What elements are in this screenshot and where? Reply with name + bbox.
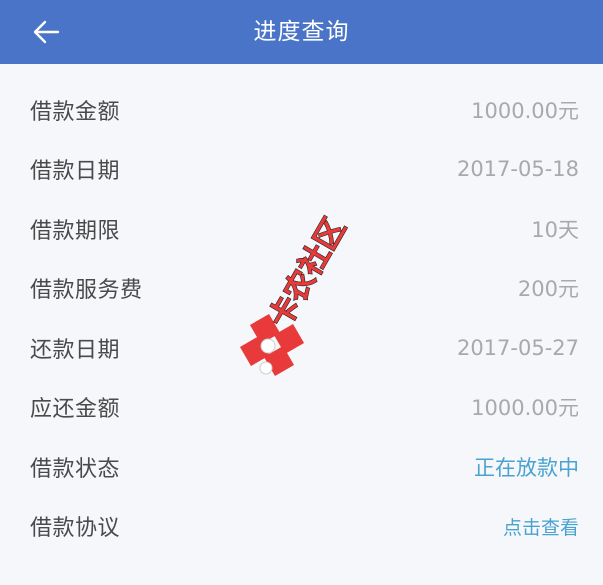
loan-detail-list: 借款金额 1000.00元 借款日期 2017-05-18 借款期限 10天 借… [0,64,603,556]
row-loan-status: 借款状态 正在放款中 [0,437,603,497]
service-fee-value: 200元 [517,277,579,302]
loan-status-value: 正在放款中 [474,455,579,480]
row-loan-agreement: 借款协议 点击查看 [0,497,603,557]
amount-due-label: 应还金额 [30,397,121,423]
row-loan-date: 借款日期 2017-05-18 [0,140,603,200]
loan-date-label: 借款日期 [30,159,121,185]
top-nav-bar: 进度查询 [0,0,603,64]
loan-date-value: 2017-05-18 [456,157,579,182]
service-fee-label: 借款服务费 [30,278,143,304]
amount-due-value: 1000.00元 [471,396,579,421]
loan-term-value: 10天 [531,217,579,242]
view-agreement-link[interactable]: 点击查看 [503,513,579,540]
row-repayment-date: 还款日期 2017-05-27 [0,318,603,378]
loan-agreement-label: 借款协议 [30,516,121,542]
page-title: 进度查询 [253,19,350,45]
loan-status-label: 借款状态 [30,456,121,482]
row-loan-term: 借款期限 10天 [0,199,603,259]
row-loan-amount: 借款金额 1000.00元 [0,80,603,140]
loan-amount-label: 借款金额 [30,99,121,125]
repayment-date-value: 2017-05-27 [456,335,579,360]
loan-term-label: 借款期限 [30,218,121,244]
row-amount-due: 应还金额 1000.00元 [0,378,603,438]
repayment-date-label: 还款日期 [30,337,121,363]
row-service-fee: 借款服务费 200元 [0,259,603,319]
loan-amount-value: 1000.00元 [471,98,579,123]
